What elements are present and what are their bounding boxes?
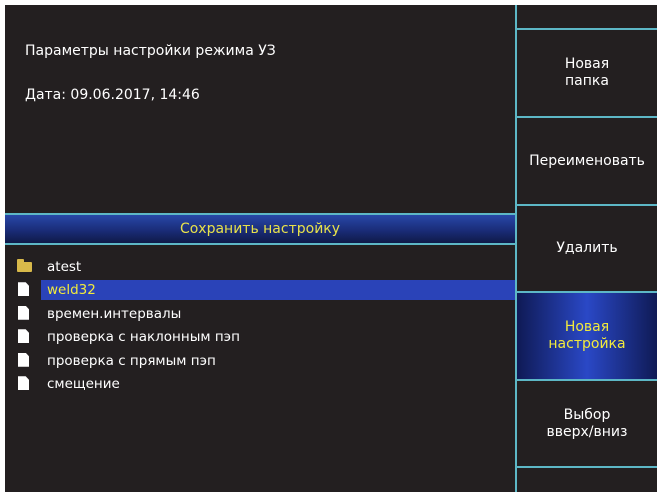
device-screen: Параметры настройки режима УЗ Дата: 09.0… — [5, 5, 657, 492]
softkey-blank-bottom[interactable] — [515, 468, 657, 492]
list-item-label: проверка с наклонным пэп — [47, 329, 240, 346]
list-item-weld32[interactable]: weld32 — [15, 279, 515, 303]
save-setting-banner: Сохранить настройку — [5, 213, 515, 245]
list-item-time-intervals[interactable]: времен.интервалы — [15, 302, 515, 326]
list-item-atest[interactable]: atest — [15, 255, 515, 279]
list-item-label: смещение — [47, 376, 120, 393]
settings-title: Параметры настройки режима УЗ — [25, 43, 276, 59]
delete-label: Удалить — [556, 240, 618, 256]
new-setting-button[interactable]: Новая настройка — [515, 293, 657, 381]
softkey-panel: Новая папка Переименовать Удалить Новая … — [515, 5, 657, 492]
new-setting-label: Новая настройка — [548, 319, 626, 352]
document-icon — [17, 376, 35, 392]
rename-label: Переименовать — [529, 152, 645, 169]
file-list: atest weld32 времен.интервалы проверка с… — [15, 255, 515, 396]
rename-button[interactable]: Переименовать — [515, 118, 657, 206]
softkey-blank-top[interactable] — [515, 5, 657, 30]
list-item-label: проверка с прямым пэп — [47, 352, 216, 369]
list-item-offset[interactable]: смещение — [15, 373, 515, 397]
settings-date: Дата: 09.06.2017, 14:46 — [25, 87, 200, 103]
document-icon — [17, 329, 35, 345]
list-item-angle-probe-check[interactable]: проверка с наклонным пэп — [15, 326, 515, 350]
delete-button[interactable]: Удалить — [515, 206, 657, 293]
select-up-down-label: Выбор вверх/вниз — [546, 406, 628, 440]
folder-icon — [17, 258, 35, 275]
new-folder-button[interactable]: Новая папка — [515, 30, 657, 118]
document-icon — [17, 305, 35, 322]
list-item-label: atest — [47, 258, 82, 275]
list-item-label: времен.интервалы — [47, 305, 182, 322]
select-up-down-button[interactable]: Выбор вверх/вниз — [515, 381, 657, 468]
list-item-straight-probe-check[interactable]: проверка с прямым пэп — [15, 349, 515, 373]
new-folder-label: Новая папка — [564, 56, 610, 89]
document-icon — [17, 352, 35, 369]
document-icon — [17, 282, 35, 298]
list-item-label: weld32 — [41, 280, 515, 301]
